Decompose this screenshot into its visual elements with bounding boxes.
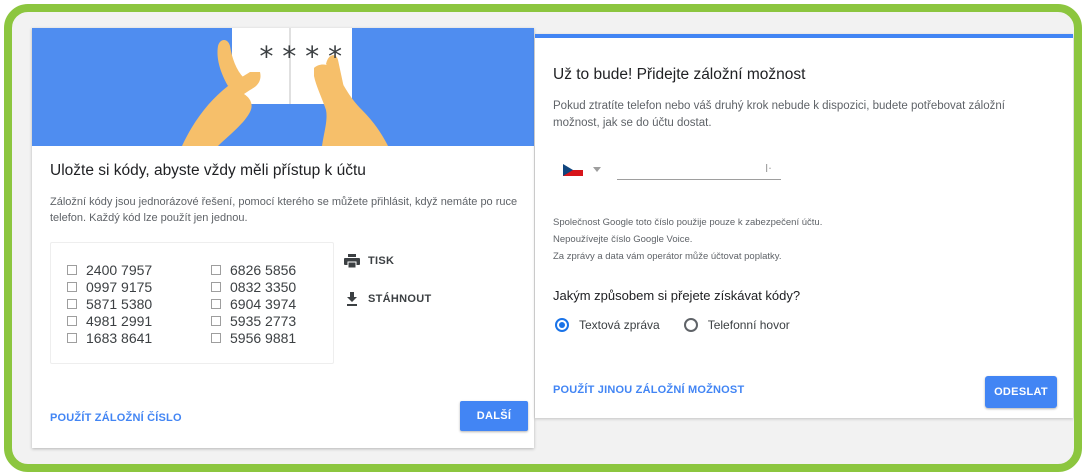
- code-item: 5871 5380: [67, 295, 152, 312]
- download-button[interactable]: STÁHNOUT: [344, 292, 432, 306]
- use-backup-number-link[interactable]: POUŽÍT ZÁLOŽNÍ ČÍSLO: [50, 412, 182, 424]
- phone-number-input[interactable]: [617, 158, 781, 180]
- codes-list: 2400 7957 0997 9175 5871 5380 4981 2991 …: [50, 242, 334, 364]
- checkbox-icon: [67, 281, 77, 292]
- use-other-option-link[interactable]: POUŽÍT JINOU ZÁLOŽNÍ MOŽNOST: [553, 384, 744, 396]
- backup-option-description: Pokud ztratíte telefon nebo váš druhý kr…: [553, 100, 1005, 129]
- radio-call-label[interactable]: Telefonní hovor: [708, 318, 790, 332]
- radio-call[interactable]: [683, 318, 698, 332]
- radio-sms-label[interactable]: Textová zpráva: [579, 318, 660, 332]
- code-item: 5956 9881: [211, 329, 296, 346]
- code-item: 2400 7957: [67, 261, 152, 278]
- backup-codes-description: Záložní kódy jsou jednorázové řešení, po…: [50, 196, 518, 224]
- code-item: 0832 3350: [211, 278, 296, 295]
- next-button[interactable]: DALŠÍ: [460, 401, 528, 431]
- code-item: 6826 5856: [211, 261, 296, 278]
- phone-number-row: Ι·: [557, 158, 787, 180]
- note-line: Nepoužívejte číslo Google Voice.: [553, 234, 693, 245]
- checkbox-icon: [211, 332, 221, 343]
- codes-column-1: 2400 7957 0997 9175 5871 5380 4981 2991 …: [67, 261, 152, 346]
- print-button[interactable]: TISK: [344, 254, 394, 268]
- download-label: STÁHNOUT: [368, 293, 432, 305]
- note-line: Společnost Google toto číslo použije pou…: [553, 217, 823, 228]
- code-item: 0997 9175: [67, 278, 152, 295]
- backup-option-title: Už to bude! Přidejte záložní možnost: [553, 66, 806, 83]
- checkbox-icon: [211, 281, 221, 292]
- checkbox-icon: [211, 264, 221, 275]
- green-frame: **** Uložte si kódy, abyste vždy měli př…: [4, 4, 1082, 472]
- code-item: 5935 2773: [211, 312, 296, 329]
- text-cursor-icon: Ι·: [765, 162, 772, 175]
- backup-codes-title: Uložte si kódy, abyste vždy měli přístup…: [50, 162, 366, 179]
- checkbox-icon: [67, 332, 77, 343]
- checkbox-icon: [211, 298, 221, 309]
- country-dropdown-caret-icon[interactable]: [593, 167, 601, 172]
- backup-option-panel: Už to bude! Přidejte záložní možnost Pok…: [535, 34, 1073, 418]
- radio-sms[interactable]: [555, 318, 569, 332]
- hero-illustration: ****: [32, 28, 534, 146]
- code-item: 1683 8641: [67, 329, 152, 346]
- code-item: 6904 3974: [211, 295, 296, 312]
- checkbox-icon: [67, 264, 77, 275]
- download-icon: [347, 292, 357, 306]
- note-line: Za zprávy a data vám operátor může účtov…: [553, 251, 782, 262]
- code-method-question: Jakým způsobem si přejete získávat kódy?: [553, 288, 801, 303]
- codes-column-2: 6826 5856 0832 3350 6904 3974 5935 2773 …: [211, 261, 296, 346]
- send-button[interactable]: ODESLAT: [985, 376, 1057, 408]
- czech-flag-icon[interactable]: [563, 164, 583, 176]
- code-item: 4981 2991: [67, 312, 152, 329]
- printer-icon: [344, 254, 360, 268]
- print-label: TISK: [368, 255, 395, 267]
- progress-bar: [535, 34, 1073, 38]
- checkbox-icon: [67, 298, 77, 309]
- checkbox-icon: [67, 315, 77, 326]
- code-method-options: Textová zpráva Telefonní hovor: [555, 318, 790, 332]
- masked-code: ****: [258, 40, 350, 73]
- checkbox-icon: [211, 315, 221, 326]
- backup-codes-panel: **** Uložte si kódy, abyste vždy měli př…: [32, 28, 534, 448]
- phone-notes: Společnost Google toto číslo použije pou…: [553, 214, 822, 265]
